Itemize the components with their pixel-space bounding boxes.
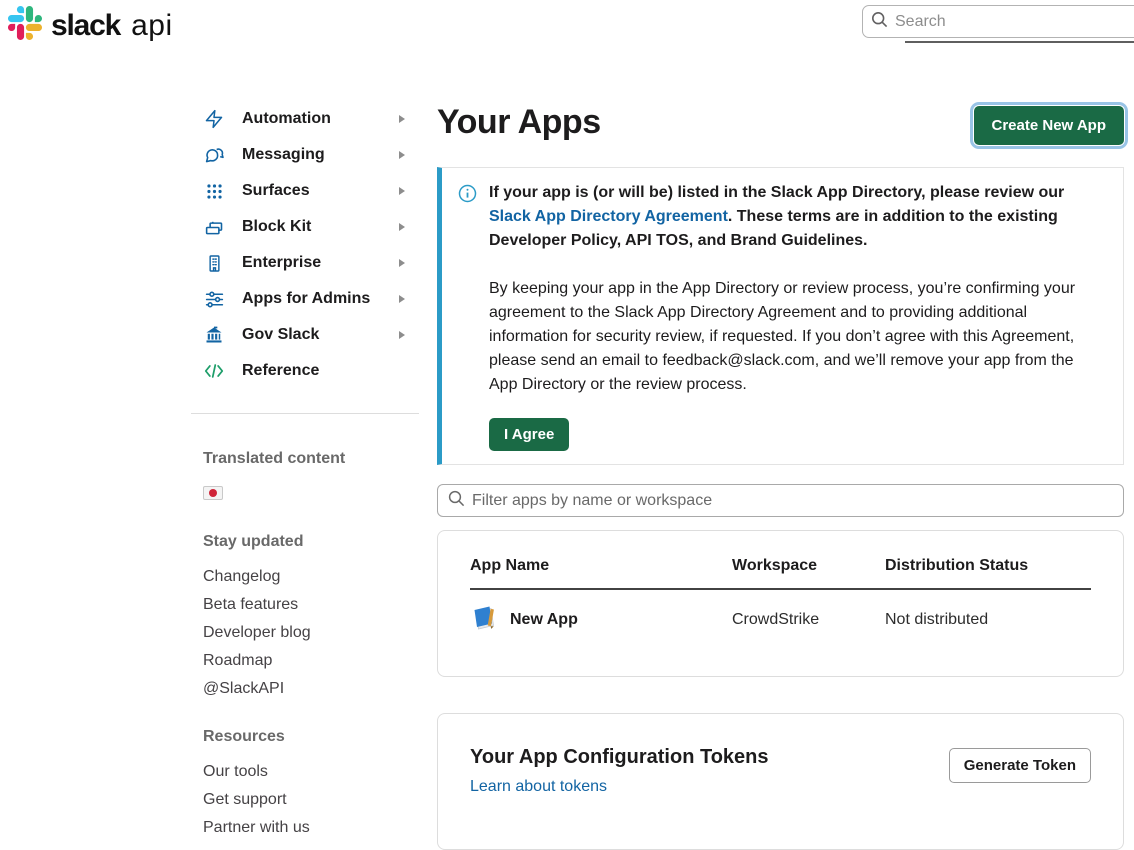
slack-api-your-apps-page: slack api Automation (0, 0, 1134, 850)
sidebar-item-automation[interactable]: Automation (191, 101, 419, 137)
code-icon (203, 360, 225, 382)
zap-icon (203, 108, 225, 130)
apps-table-header: App Name Workspace Distribution Status (470, 557, 1091, 590)
sidebar-item-block-kit[interactable]: Block Kit (191, 209, 419, 245)
global-search[interactable] (862, 5, 1134, 38)
nav-label: Apps for Admins (242, 290, 370, 308)
chevron-right-icon (399, 187, 405, 195)
learn-about-tokens-link[interactable]: Learn about tokens (470, 778, 607, 796)
nav-label: Surfaces (242, 182, 310, 200)
blocks-icon (203, 216, 225, 238)
slack-api-logo[interactable]: slack api (8, 6, 173, 45)
translated-content-heading: Translated content (203, 450, 345, 468)
app-table-row[interactable]: New App CrowdStrike Not distributed (470, 590, 1091, 637)
stay-updated-heading: Stay updated (203, 533, 303, 551)
header-edge-line (905, 41, 1134, 43)
notice-paragraph-1: If your app is (or will be) listed in th… (489, 181, 1099, 253)
chevron-right-icon (399, 295, 405, 303)
sidebar-item-reference[interactable]: Reference (191, 353, 419, 389)
nav-label: Block Kit (242, 218, 311, 236)
page-title: Your Apps (437, 103, 601, 142)
app-default-icon (470, 602, 500, 637)
nav-label: Messaging (242, 146, 325, 164)
sidebar-link-our-tools[interactable]: Our tools (203, 763, 268, 781)
generate-token-button[interactable]: Generate Token (949, 748, 1091, 783)
tokens-title: Your App Configuration Tokens (470, 746, 769, 769)
sidebar-item-surfaces[interactable]: Surfaces (191, 173, 419, 209)
sidebar-link-changelog[interactable]: Changelog (203, 568, 280, 586)
slack-app-directory-agreement-link[interactable]: Slack App Directory Agreement (489, 208, 728, 225)
building-icon (203, 252, 225, 274)
logo-wordmark: slack (51, 9, 120, 43)
search-icon (871, 11, 888, 33)
grid-dots-icon (203, 180, 225, 202)
logo-api-suffix: api (131, 9, 173, 43)
nav-label: Gov Slack (242, 326, 319, 344)
search-input[interactable] (895, 13, 1095, 31)
col-workspace: Workspace (732, 557, 885, 575)
filter-apps-input[interactable] (472, 492, 1113, 510)
resources-heading: Resources (203, 728, 285, 746)
col-distribution-status: Distribution Status (885, 557, 1091, 575)
japan-flag-icon[interactable] (203, 486, 223, 500)
config-tokens-card: Your App Configuration Tokens Learn abou… (437, 713, 1124, 850)
slack-logo-icon (8, 6, 42, 45)
app-name-link[interactable]: New App (510, 611, 578, 629)
filter-search-icon (448, 490, 465, 512)
app-distribution-status: Not distributed (885, 611, 1091, 629)
sidebar-link-get-support[interactable]: Get support (203, 791, 287, 809)
sidebar-link-beta-features[interactable]: Beta features (203, 596, 298, 614)
i-agree-button[interactable]: I Agree (489, 418, 569, 451)
apps-table-card: App Name Workspace Distribution Status N… (437, 530, 1124, 677)
chevron-right-icon (399, 151, 405, 159)
create-new-app-button[interactable]: Create New App (974, 106, 1124, 145)
sliders-icon (203, 288, 225, 310)
nav-label: Enterprise (242, 254, 321, 272)
top-header: slack api (0, 0, 1134, 48)
sidebar-item-apps-for-admins[interactable]: Apps for Admins (191, 281, 419, 317)
sidebar-item-messaging[interactable]: Messaging (191, 137, 419, 173)
sidebar-link-slackapi[interactable]: @SlackAPI (203, 680, 284, 698)
info-icon (458, 181, 477, 451)
chevron-right-icon (399, 223, 405, 231)
sidebar-link-developer-blog[interactable]: Developer blog (203, 624, 311, 642)
chevron-right-icon (399, 331, 405, 339)
sidebar-divider (191, 413, 419, 414)
col-app-name: App Name (470, 557, 732, 575)
sidebar-link-roadmap[interactable]: Roadmap (203, 652, 272, 670)
app-workspace: CrowdStrike (732, 611, 885, 629)
sidebar-item-gov-slack[interactable]: Gov Slack (191, 317, 419, 353)
government-building-icon (203, 324, 225, 346)
app-directory-notice: If your app is (or will be) listed in th… (437, 167, 1124, 465)
chevron-right-icon (399, 259, 405, 267)
nav-label: Reference (242, 362, 319, 380)
filter-apps-field[interactable] (437, 484, 1124, 517)
chat-bubbles-icon (203, 144, 225, 166)
chevron-right-icon (399, 115, 405, 123)
sidebar-link-partner-with-us[interactable]: Partner with us (203, 819, 310, 837)
notice-paragraph-2: By keeping your app in the App Directory… (489, 277, 1099, 397)
nav-label: Automation (242, 110, 331, 128)
sidebar-item-enterprise[interactable]: Enterprise (191, 245, 419, 281)
